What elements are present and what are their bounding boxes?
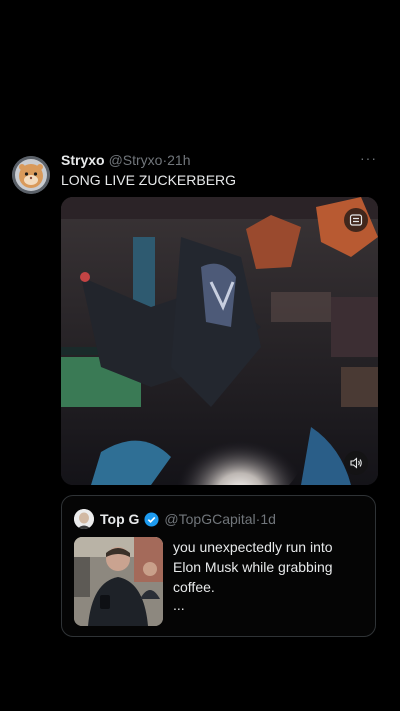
tweet: Stryxo @Stryxo · 21h ··· LONG LIVE ZUCKE…	[0, 0, 400, 711]
volume-button[interactable]	[344, 451, 368, 475]
tweet-video[interactable]	[61, 197, 378, 485]
coffee-shop-photo	[74, 537, 163, 626]
quoted-author-name[interactable]: Top G	[100, 511, 139, 527]
quoted-tweet-truncation: ...	[173, 597, 185, 613]
video-frame	[61, 197, 378, 485]
hamster-astronaut-avatar-icon	[12, 156, 50, 194]
bald-man-avatar-icon	[74, 509, 94, 529]
more-options-icon[interactable]: ···	[360, 151, 378, 168]
quoted-tweet-text: you unexpectedly run into Elon Musk whil…	[173, 539, 333, 595]
tweet-author-line: Stryxo @Stryxo · 21h	[61, 150, 191, 170]
quoted-tweet-thumbnail[interactable]	[74, 537, 163, 626]
author-name[interactable]: Stryxo	[61, 152, 105, 168]
quoted-author-avatar[interactable]	[74, 509, 94, 529]
author-handle[interactable]: @Stryxo	[109, 152, 163, 168]
author-avatar[interactable]	[12, 156, 50, 194]
quoted-author-handle[interactable]: @TopGCapital	[164, 511, 255, 527]
tweet-text: LONG LIVE ZUCKERBERG	[61, 172, 237, 188]
quoted-tweet[interactable]: Top G @TopGCapital · 1d you unexpectedly…	[61, 495, 376, 637]
quoted-author-line: Top G @TopGCapital · 1d	[100, 509, 276, 529]
quoted-tweet-timestamp[interactable]: 1d	[260, 511, 276, 527]
speaker-volume-icon	[350, 457, 362, 469]
video-settings-icon	[349, 214, 363, 226]
verified-badge-icon	[144, 511, 159, 527]
tweet-timestamp[interactable]: 21h	[167, 152, 190, 168]
video-settings-button[interactable]	[344, 208, 368, 232]
